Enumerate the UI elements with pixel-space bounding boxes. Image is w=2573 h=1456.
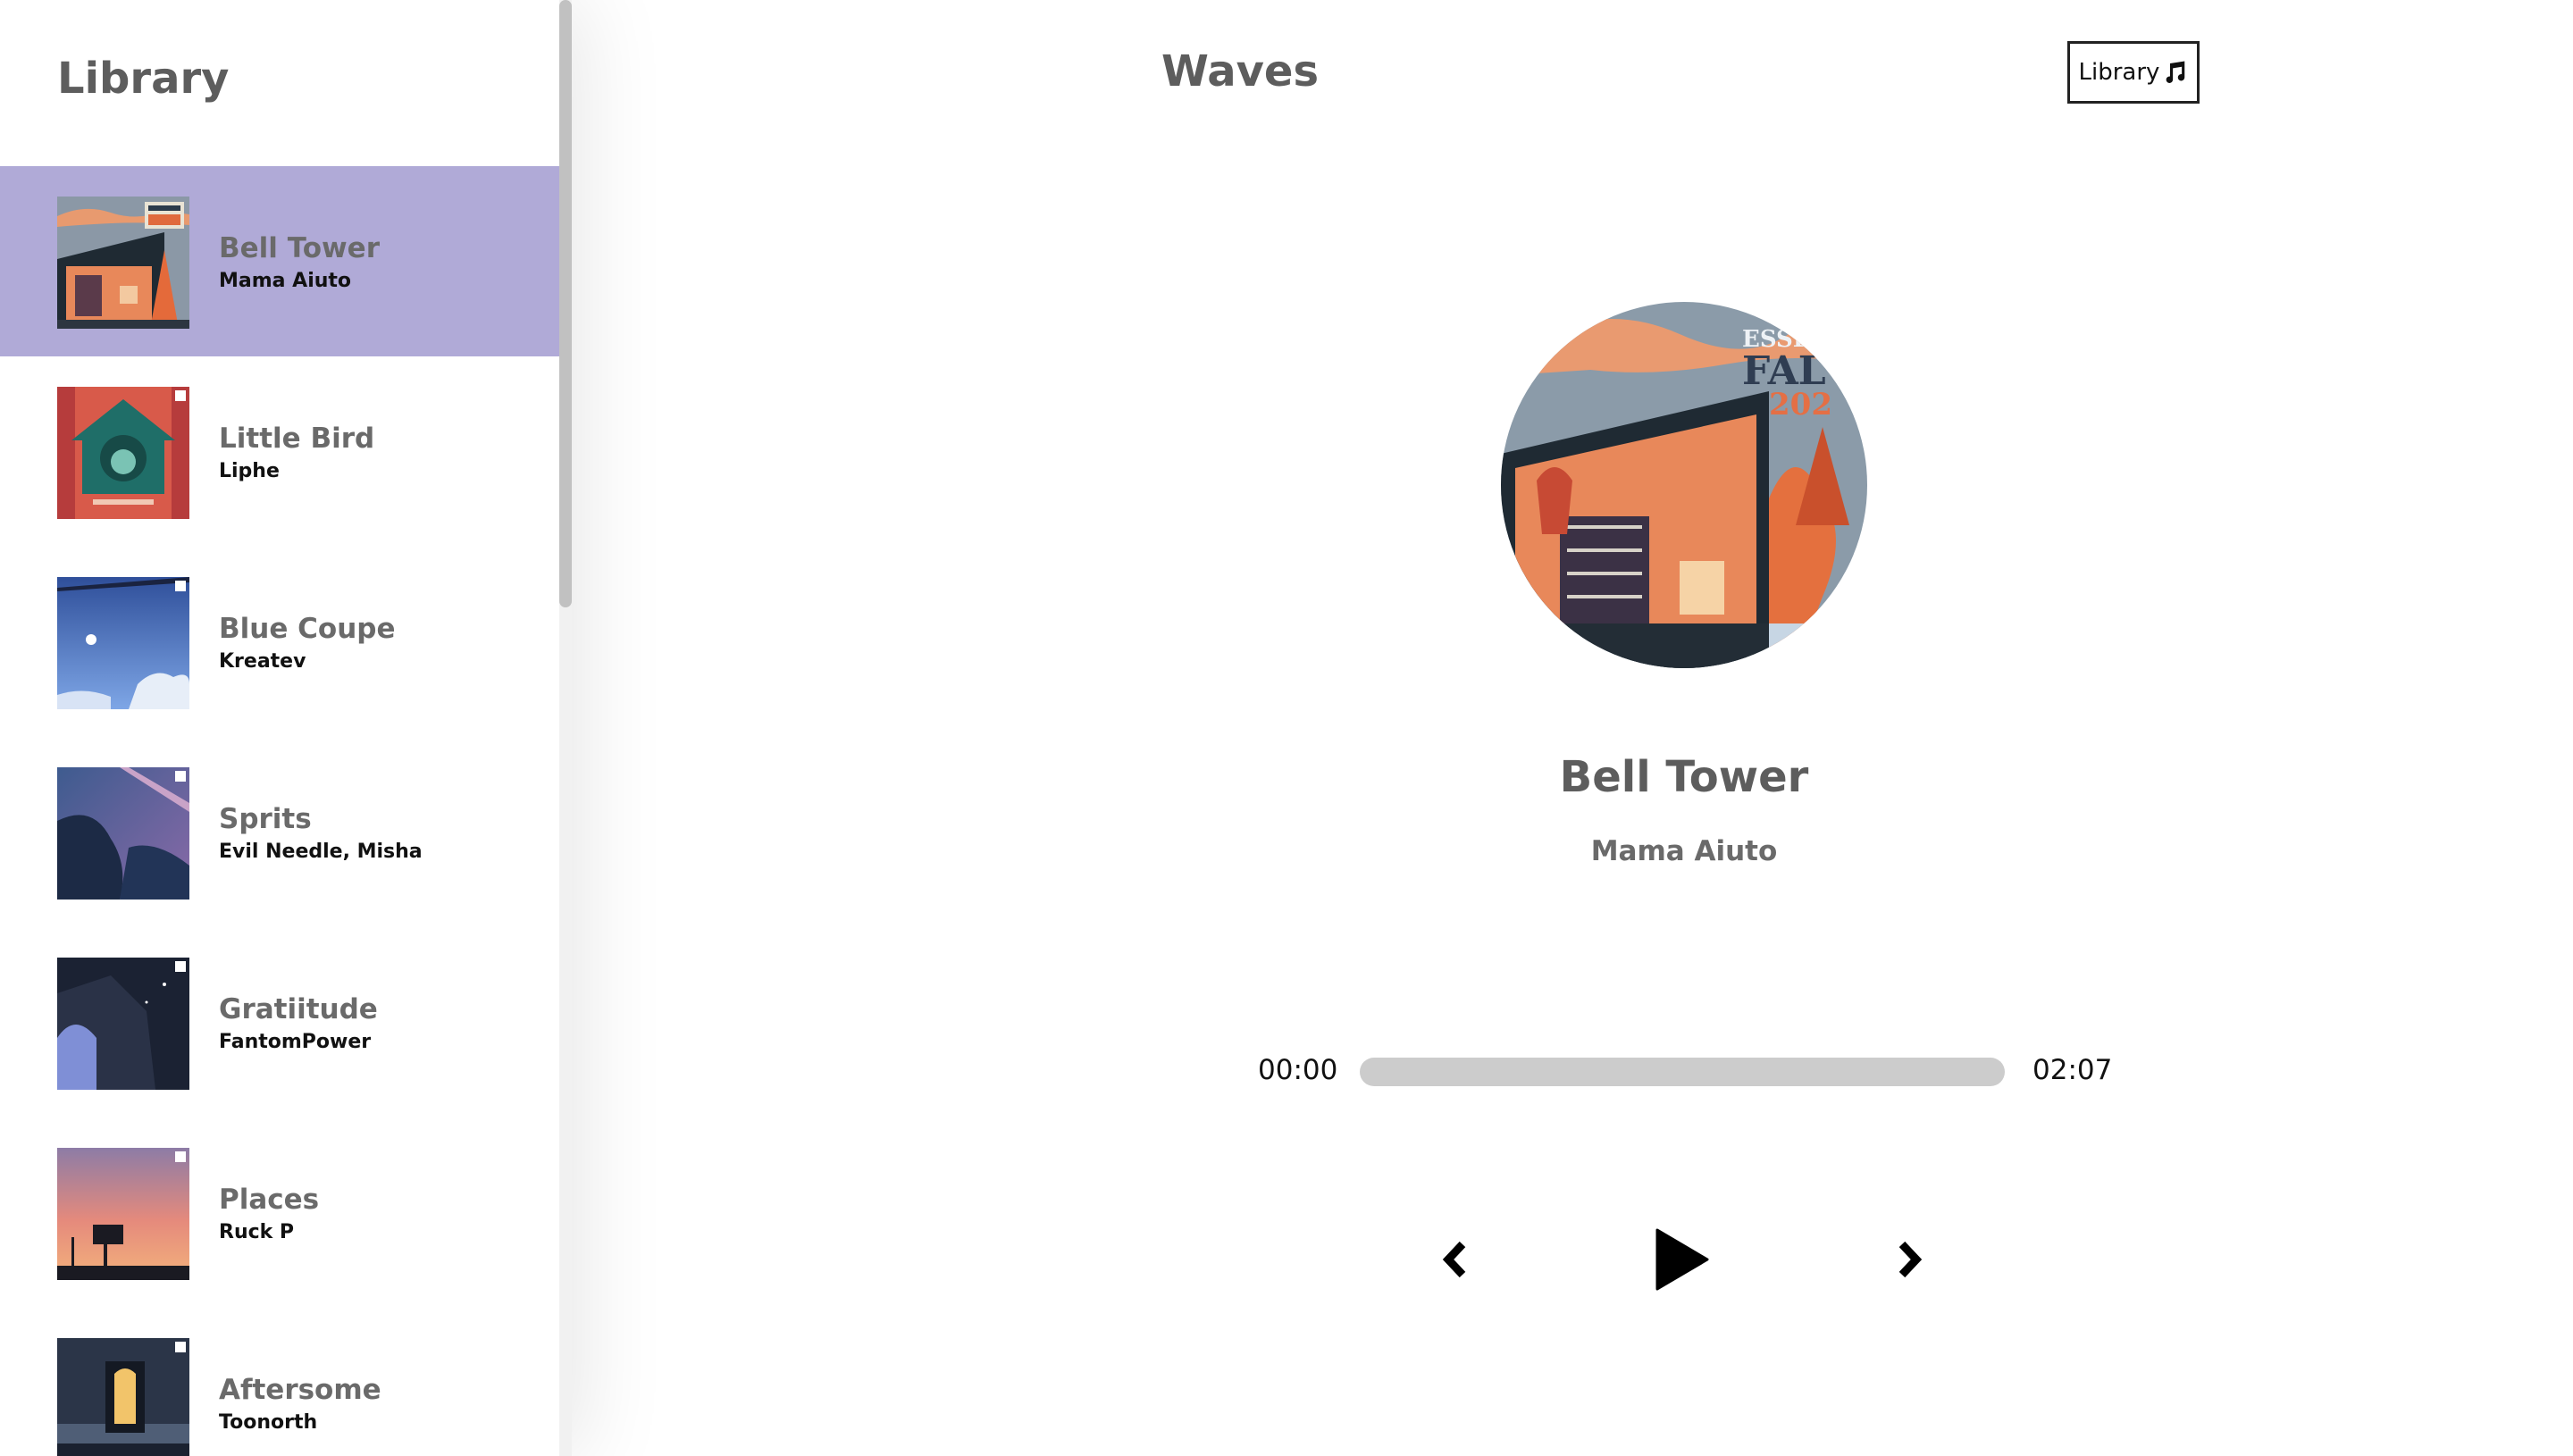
now-playing-title: Bell Tower (1559, 752, 1809, 802)
progress-slider[interactable] (1360, 1058, 2005, 1086)
now-playing-artist: Mama Aiuto (1590, 835, 1778, 867)
album-cover-image (57, 197, 189, 329)
list-item[interactable]: Gratiitude FantomPower (0, 927, 559, 1117)
album-cover-image (57, 577, 189, 709)
current-time: 00:00 (1258, 1054, 1338, 1086)
song-title: Blue Coupe (219, 613, 396, 645)
song-title: Aftersome (219, 1374, 381, 1406)
song-artist: Mama Aiuto (219, 270, 352, 292)
album-cover (57, 958, 189, 1090)
list-item[interactable]: Little Bird Liphe (0, 356, 559, 547)
song-artist: FantomPower (219, 1031, 372, 1053)
previous-button[interactable] (1419, 1224, 1490, 1295)
library-sidebar: Library Bell Tower Mama Aiuto Little Bir… (0, 0, 572, 1456)
album-art-image: ESSEN FAL 202 (1501, 302, 1867, 668)
next-button[interactable] (1874, 1224, 1946, 1295)
song-artist: Evil Needle, Misha (219, 841, 423, 863)
song-title: Sprits (219, 803, 312, 835)
chevron-right-icon (1898, 1241, 1923, 1278)
chevron-left-icon (1442, 1241, 1466, 1278)
list-item[interactable]: Aftersome Toonorth (0, 1308, 559, 1456)
music-note-icon (2167, 61, 2185, 83)
song-title: Little Bird (219, 423, 375, 455)
song-artist: Liphe (219, 460, 280, 482)
song-artist: Ruck P (219, 1221, 295, 1243)
album-cover (57, 197, 189, 329)
album-cover (57, 387, 189, 519)
list-item[interactable]: Sprits Evil Needle, Misha (0, 737, 559, 927)
svg-text:202: 202 (1769, 387, 1832, 423)
now-playing-cover: ESSEN FAL 202 (1501, 302, 1867, 668)
list-item[interactable]: Places Ruck P (0, 1117, 559, 1308)
song-artist: Toonorth (219, 1411, 318, 1434)
album-cover (57, 1148, 189, 1280)
play-icon (1655, 1228, 1709, 1291)
album-cover-image (57, 767, 189, 900)
album-cover (57, 577, 189, 709)
library-button-label: Library (2078, 59, 2160, 86)
library-toggle-button[interactable]: Library (2067, 41, 2200, 104)
album-cover (57, 1338, 189, 1456)
song-artist: Kreatev (219, 650, 306, 673)
album-cover-image (57, 387, 189, 519)
album-cover-image (57, 958, 189, 1090)
song-title: Bell Tower (219, 232, 380, 264)
album-cover (57, 767, 189, 900)
album-cover-image (57, 1338, 189, 1456)
song-title: Places (219, 1184, 320, 1216)
scrollbar-thumb[interactable] (559, 0, 572, 607)
list-item[interactable]: Bell Tower Mama Aiuto (0, 166, 559, 356)
song-title: Gratiitude (219, 993, 378, 1025)
total-time: 02:07 (2032, 1054, 2113, 1086)
song-list: Bell Tower Mama Aiuto Little Bird Liphe (0, 166, 559, 1456)
list-item[interactable]: Blue Coupe Kreatev (0, 547, 559, 737)
album-cover-image (57, 1148, 189, 1280)
play-button[interactable] (1646, 1224, 1717, 1295)
library-title: Library (57, 54, 230, 104)
app-title: Waves (1161, 46, 1320, 96)
